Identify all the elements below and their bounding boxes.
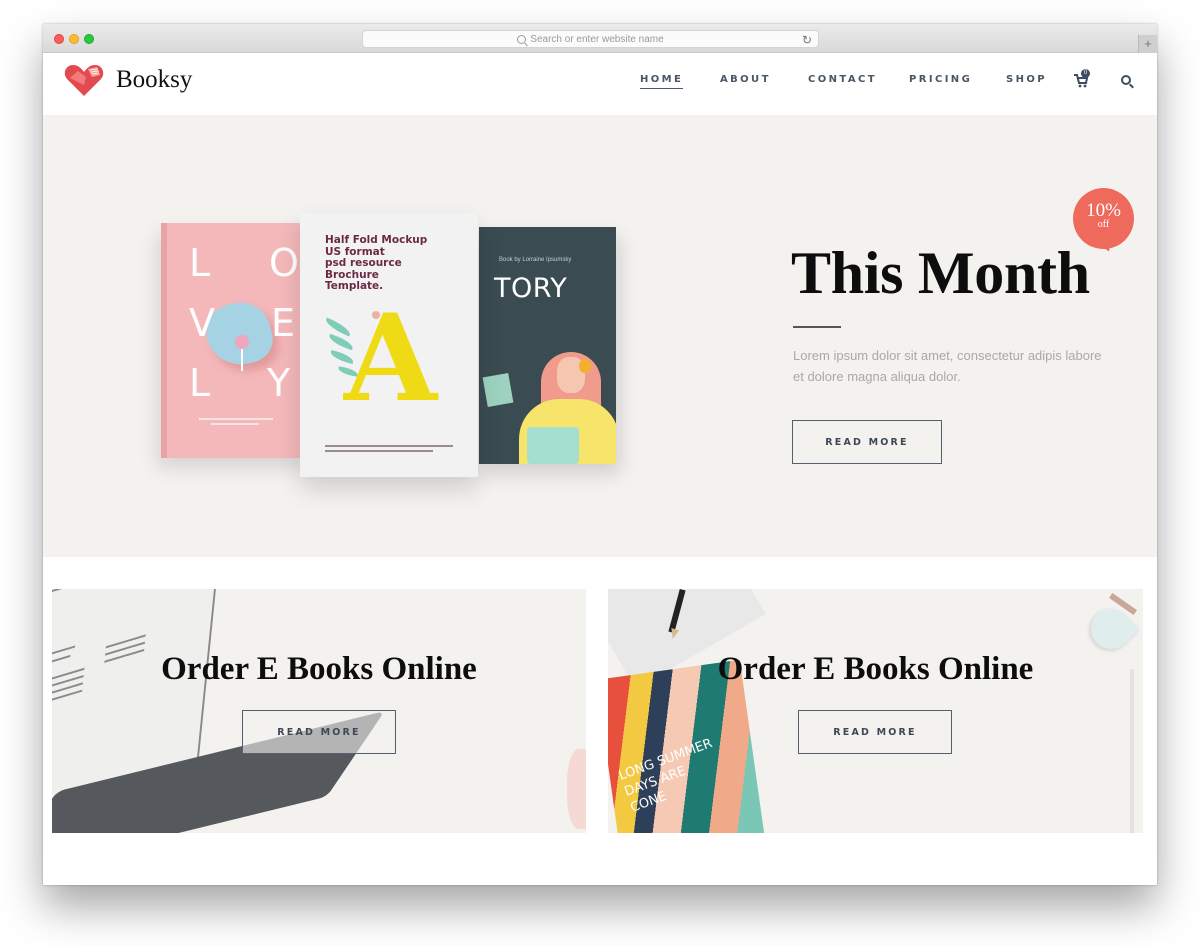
text-line: [105, 634, 146, 648]
cover-letter: O: [269, 241, 299, 285]
search-icon: [517, 34, 527, 44]
nav-contact[interactable]: CONTACT: [808, 74, 877, 85]
cover-title: Half Fold Mockup US format psd resource …: [325, 234, 428, 292]
card-read-more-button[interactable]: READ MORE: [798, 710, 952, 754]
hero-divider: [793, 326, 841, 328]
discount-label: off: [1097, 219, 1110, 230]
book-cover-tory: Book by Lorraine Ipsumsky TORY: [479, 227, 616, 464]
card-read-more-button[interactable]: READ MORE: [242, 710, 396, 754]
cover-letter: L: [189, 361, 211, 405]
cover-fine-print: [325, 450, 433, 452]
nav-shop[interactable]: SHOP: [1006, 74, 1047, 85]
envelope-shape: [482, 372, 514, 408]
cover-letter: Y: [267, 361, 291, 405]
book-cover-half-fold: Half Fold Mockup US format psd resource …: [300, 213, 478, 477]
browser-titlebar: Search or enter website name ↻ +: [43, 24, 1157, 53]
cover-letter: L: [189, 241, 211, 285]
cover-byline: Book by Lorraine Ipsumsky: [499, 257, 572, 263]
hero-section: L O V E L Y Half Fold Mockup US format p…: [43, 115, 1157, 557]
cover-fine-print: [211, 423, 259, 425]
nav-about[interactable]: ABOUT: [720, 74, 771, 85]
discount-value: 10%: [1086, 200, 1121, 221]
card-title: Order E Books Online: [161, 651, 477, 687]
decor-edge: [1130, 669, 1134, 833]
lollipop-shape: [235, 335, 249, 349]
brand-name[interactable]: Booksy: [116, 66, 192, 94]
new-tab-button[interactable]: +: [1138, 35, 1157, 53]
address-bar[interactable]: Search or enter website name ↻: [362, 30, 819, 48]
close-window-button[interactable]: [54, 34, 64, 44]
laptop-shape: [527, 427, 579, 464]
lollipop-stick: [241, 349, 243, 371]
nav-home[interactable]: HOME: [640, 74, 684, 89]
card-title: Order E Books Online: [717, 651, 1034, 687]
hero-description: Lorem ipsum dolor sit amet, consectetur …: [793, 348, 1102, 384]
hero-read-more-button[interactable]: READ MORE: [792, 420, 942, 464]
search-icon[interactable]: [1121, 75, 1131, 85]
book-cover-lovely: L O V E L Y: [161, 223, 309, 458]
heart-book-icon[interactable]: [64, 63, 104, 97]
cart-count-badge: 0: [1081, 69, 1090, 78]
promo-card-ebooks-2: LONG SUMMER DAYS ARE CONE Order E Books …: [608, 589, 1143, 833]
nav-pricing[interactable]: PRICING: [909, 74, 972, 85]
hero-title: This Month: [791, 240, 1090, 306]
headphone-shape: [579, 359, 591, 373]
cover-fine-print: [325, 445, 453, 447]
address-placeholder: Search or enter website name: [530, 33, 664, 45]
book-spine: [161, 223, 167, 458]
cover-letter-a: A: [344, 288, 438, 429]
cover-fine-print: [199, 418, 273, 420]
cover-letter: V: [189, 301, 215, 345]
cover-title: TORY: [494, 273, 568, 304]
cover-letter: E: [271, 301, 296, 345]
site-header: Booksy HOME ABOUT CONTACT PRICING SHOP 0: [43, 54, 1157, 115]
mug-image: [567, 749, 586, 829]
minimize-window-button[interactable]: [69, 34, 79, 44]
maximize-window-button[interactable]: [84, 34, 94, 44]
reload-icon[interactable]: ↻: [802, 33, 812, 47]
art-book-text: LONG SUMMER DAYS ARE CONE: [616, 736, 715, 816]
browser-window: Search or enter website name ↻ + Booksy …: [43, 24, 1157, 885]
promo-card-ebooks: Order E Books Online READ MORE: [52, 589, 586, 833]
